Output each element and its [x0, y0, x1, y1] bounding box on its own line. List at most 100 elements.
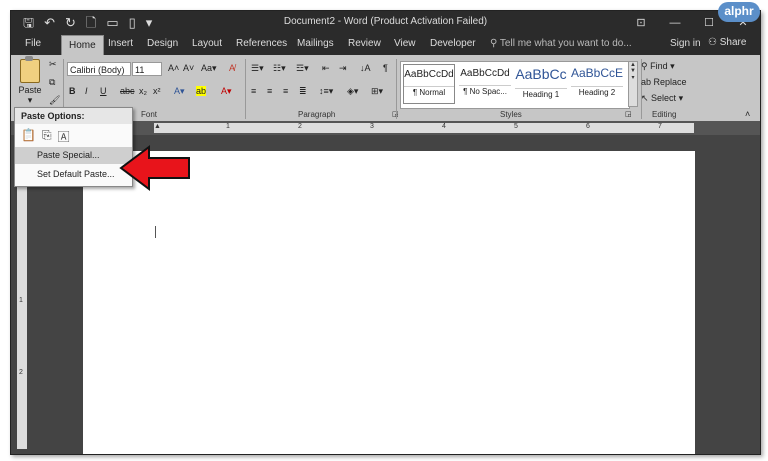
horizontal-ruler[interactable]: ▲ 1 2 3 4 5 6 7	[154, 123, 694, 133]
tab-file[interactable]: File	[25, 38, 41, 49]
shading-icon[interactable]: ◈▾	[347, 86, 358, 97]
cut-icon[interactable]: ✂	[49, 59, 57, 70]
style-name: ¶ No Spac...	[459, 85, 511, 96]
ruler-mark: 1	[226, 123, 230, 130]
grow-font-icon[interactable]: A˄	[168, 63, 179, 73]
merge-formatting-icon[interactable]: ⎘	[42, 128, 52, 145]
ruler-mark: 4	[442, 123, 446, 130]
paste-option-icons: 📋 ⎘ 🄰	[21, 128, 70, 145]
italic-icon[interactable]: I	[85, 86, 88, 96]
find-label: Find	[650, 61, 668, 71]
align-left-icon[interactable]: ≡	[251, 86, 256, 96]
bold-icon[interactable]: B	[69, 86, 76, 96]
tell-me-box[interactable]: ⚲ Tell me what you want to do...	[490, 38, 632, 49]
styles-scroll[interactable]: ▲ ▼ ▾	[628, 61, 638, 107]
style-sample: AaBbCc	[515, 66, 567, 82]
style-sample: AaBbCcDd	[460, 68, 510, 79]
copy-icon[interactable]: ⧉	[49, 77, 55, 88]
divider	[245, 59, 246, 119]
bullets-icon[interactable]: ☰▾	[251, 63, 264, 74]
word-window: 🖫 ↶ ↻ 🗋 ▭ ▯ ▾ Document2 - Word (Product …	[10, 10, 761, 455]
replace-icon: ab	[641, 77, 654, 87]
styles-group-label: Styles	[500, 110, 522, 119]
paste-label: Paste	[18, 85, 42, 95]
share-button[interactable]: ⚇ Share	[708, 37, 746, 48]
ribbon-display-icon[interactable]: ⊡	[624, 11, 658, 35]
tell-me-text: Tell me what you want to do...	[499, 38, 632, 49]
shrink-font-icon[interactable]: A˅	[183, 63, 194, 73]
align-right-icon[interactable]: ≡	[283, 86, 288, 96]
keep-source-formatting-icon[interactable]: 📋	[21, 128, 36, 145]
person-icon: ⚇	[708, 37, 720, 48]
paste-special-item[interactable]: Paste Special...	[15, 147, 132, 164]
set-default-paste-item[interactable]: Set Default Paste...	[15, 166, 132, 183]
style-no-spacing[interactable]: AaBbCcDd ¶ No Spac...	[459, 64, 511, 104]
style-name: ¶ Normal	[404, 86, 454, 97]
line-spacing-icon[interactable]: ↕≡▾	[319, 86, 333, 97]
style-heading-2[interactable]: AaBbCcE Heading 2	[571, 64, 623, 104]
ruler-mark: 2	[19, 369, 23, 376]
tab-view[interactable]: View	[394, 38, 416, 49]
borders-icon[interactable]: ⊞▾	[371, 86, 383, 97]
replace-button[interactable]: ab Replace	[641, 77, 687, 87]
multilevel-list-icon[interactable]: ☲▾	[296, 63, 309, 74]
tab-developer[interactable]: Developer	[430, 38, 476, 49]
keep-text-only-icon[interactable]: 🄰	[58, 128, 70, 145]
paragraph-group-label: Paragraph	[298, 110, 336, 119]
paste-button[interactable]: Paste ▾	[15, 56, 45, 107]
tab-layout[interactable]: Layout	[192, 38, 222, 49]
tab-insert[interactable]: Insert	[108, 38, 133, 49]
font-color-icon[interactable]: A▾	[221, 86, 232, 97]
collapse-ribbon-icon[interactable]: ˄	[745, 109, 750, 119]
ruler-mark: 6	[586, 123, 590, 130]
dialog-launcher-icon[interactable]: ◲	[625, 110, 632, 118]
change-case-icon[interactable]: Aa▾	[201, 63, 217, 74]
format-painter-icon[interactable]: 🖌	[49, 95, 60, 106]
tab-references[interactable]: References	[236, 38, 287, 49]
numbering-icon[interactable]: ☷▾	[273, 63, 286, 74]
style-sample: AaBbCcE	[571, 66, 624, 80]
align-center-icon[interactable]: ≡	[267, 86, 272, 96]
ruler-mark: 1	[19, 297, 23, 304]
indent-marker-icon[interactable]: ▲	[154, 123, 161, 130]
style-heading-1[interactable]: AaBbCc Heading 1	[515, 64, 567, 104]
font-size-select[interactable]: 11	[132, 62, 162, 76]
tab-home[interactable]: Home	[61, 35, 104, 56]
sign-in-link[interactable]: Sign in	[670, 38, 701, 49]
justify-icon[interactable]: ≣	[299, 86, 307, 97]
ruler-mark: 3	[370, 123, 374, 130]
show-formatting-icon[interactable]: ¶	[383, 63, 388, 73]
minimize-icon[interactable]: —	[658, 11, 692, 35]
text-effects-icon[interactable]: A▾	[174, 86, 185, 97]
share-label: Share	[719, 37, 747, 48]
lightbulb-icon: ⚲	[490, 38, 500, 49]
decrease-indent-icon[interactable]: ⇤	[322, 63, 330, 74]
tab-design[interactable]: Design	[147, 38, 178, 49]
underline-icon[interactable]: U	[100, 86, 107, 96]
style-sample: AaBbCcDd	[404, 69, 454, 80]
style-normal[interactable]: AaBbCcDd ¶ Normal	[403, 64, 455, 104]
document-page[interactable]	[83, 151, 695, 454]
tab-review[interactable]: Review	[348, 38, 381, 49]
tab-mailings[interactable]: Mailings	[297, 38, 334, 49]
find-button[interactable]: ⚲ Find ▾	[641, 61, 675, 72]
cursor-icon: ↖	[641, 93, 652, 103]
select-button[interactable]: ↖ Select ▾	[641, 93, 683, 104]
strikethrough-icon[interactable]: abc	[120, 86, 135, 96]
subscript-icon[interactable]: x₂	[139, 86, 147, 96]
ruler-mark: 2	[298, 123, 302, 130]
styles-gallery: AaBbCcDd ¶ Normal AaBbCcDd ¶ No Spac... …	[400, 61, 630, 109]
highlight-icon[interactable]: ab	[196, 86, 207, 96]
select-label: Select	[651, 93, 677, 103]
sort-icon[interactable]: ↓A	[360, 63, 371, 73]
clear-formatting-icon[interactable]: A̸	[229, 63, 235, 73]
style-name: Heading 1	[515, 88, 567, 99]
style-name: Heading 2	[571, 86, 623, 97]
font-family-select[interactable]: Calibri (Body)	[67, 62, 131, 76]
superscript-icon[interactable]: x²	[153, 86, 161, 96]
text-cursor	[155, 226, 156, 238]
paste-options-menu: Paste Options: 📋 ⎘ 🄰 Paste Special... Se…	[14, 107, 133, 187]
increase-indent-icon[interactable]: ⇥	[339, 63, 347, 74]
ribbon-tabs: File Home Insert Design Layout Reference…	[11, 35, 760, 56]
chevron-down-icon: ▾	[27, 95, 33, 105]
